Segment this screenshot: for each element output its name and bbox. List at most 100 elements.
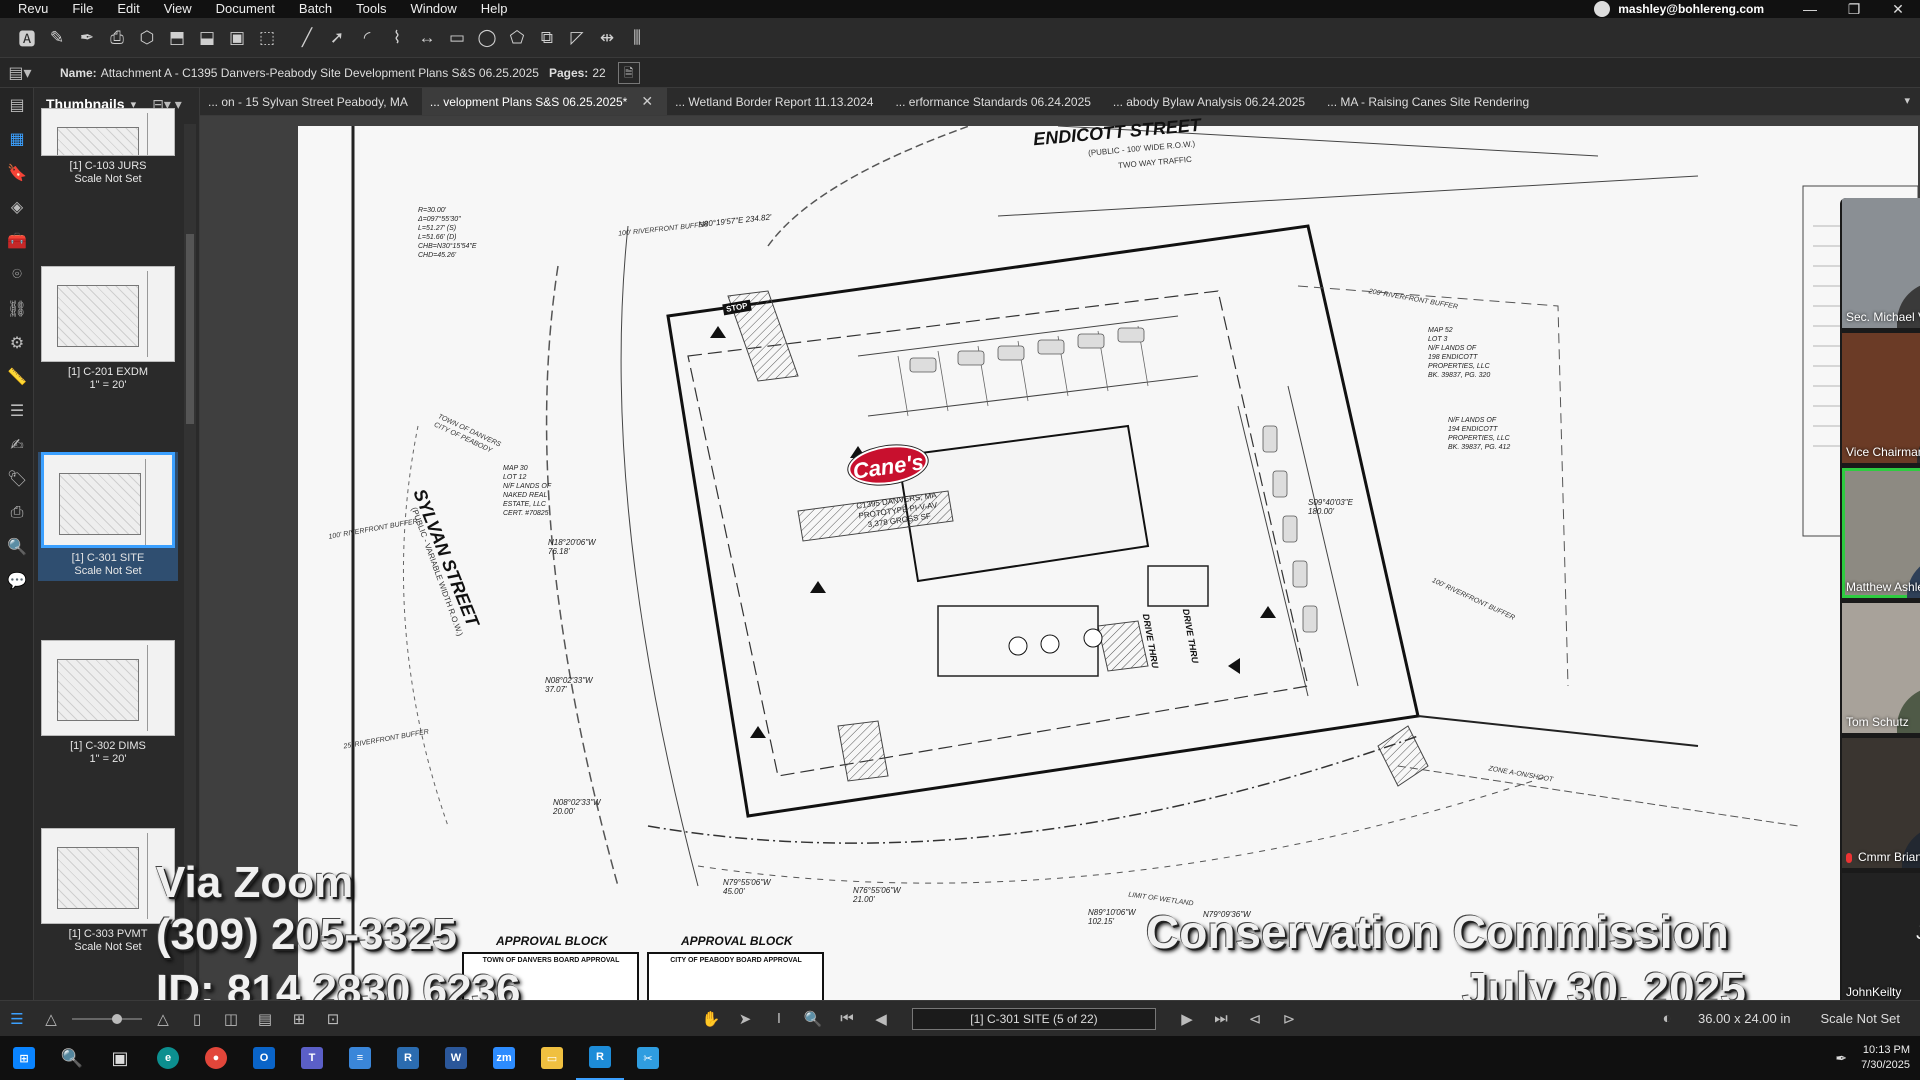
tab-performance-standards[interactable]: ... erformance Standards 06.24.2025 [887,88,1104,115]
windows-start-icon[interactable]: ⊞ [0,1036,48,1080]
participant-tile[interactable]: Cmmr Brian Cassidy [1842,738,1920,868]
close-window-button[interactable]: ✕ [1876,0,1920,18]
pen-icon[interactable]: ✒ [1835,1050,1847,1067]
task-view-icon[interactable]: ▣ [96,1036,144,1080]
revit-icon[interactable]: R [384,1036,432,1080]
arc-icon[interactable]: ◜ [352,23,382,53]
stack-icon[interactable]: ▤ [248,1010,282,1028]
menu-window[interactable]: Window [399,0,469,18]
settings-icon[interactable]: ⚙ [0,326,34,360]
previous-view-icon[interactable]: ⊲ [1238,1010,1272,1028]
files-icon[interactable]: ≡ [336,1036,384,1080]
line-icon[interactable]: ╱ [292,23,322,53]
document-properties-icon[interactable]: 🗎 [617,61,640,84]
menu-document[interactable]: Document [204,0,287,18]
chevron-down-icon[interactable]: ▾ [1904,94,1910,107]
file-explorer-icon[interactable]: ▭ [528,1036,576,1080]
thumbnail-c103[interactable]: [1] C-103 JURS Scale Not Set [38,108,178,186]
menu-view[interactable]: View [152,0,204,18]
participant-tile[interactable]: Sec. Michael Vivaldi [1842,198,1920,328]
menu-file[interactable]: File [60,0,105,18]
tab-sylvan-street[interactable]: ... on - 15 Sylvan Street Peabody, MA [200,88,422,115]
clock[interactable]: 10:13 PM 7/30/2025 [1861,1043,1910,1073]
text-box-icon[interactable]: 🅰 [12,23,42,53]
stamp-icon[interactable]: ⎙ [102,23,132,53]
document-menu-icon[interactable]: ▤▾ [0,63,40,83]
polygon-icon[interactable]: ⬠ [502,23,532,53]
places-icon[interactable]: ⌾ [0,258,34,292]
shape-icon[interactable]: ⬡ [132,23,162,53]
participant-tile-active[interactable]: Matthew Ashley [1842,468,1920,598]
minimize-button[interactable]: — [1788,0,1832,18]
forms-icon[interactable]: ☰ [0,394,34,428]
highlighter-icon[interactable]: ✎ [42,23,72,53]
bookmarks-icon[interactable]: 🔖 [0,156,34,190]
word-icon[interactable]: W [432,1036,480,1080]
tab-bylaw-analysis[interactable]: ... abody Bylaw Analysis 06.24.2025 [1105,88,1319,115]
triangle-icon[interactable]: △ [146,1010,180,1028]
previous-page-icon[interactable]: ◀ [864,1010,898,1028]
first-page-icon[interactable]: ⏮ [830,1010,864,1027]
menu-batch[interactable]: Batch [287,0,344,18]
links-icon[interactable]: ⛓ [0,292,34,326]
arrow-icon[interactable]: ➚ [322,23,352,53]
tab-wetland-border[interactable]: ... Wetland Border Report 11.13.2024 [667,88,887,115]
sync-icon[interactable]: ⊡ [316,1010,350,1028]
printer-icon[interactable]: ⎙ [0,496,34,530]
image-icon[interactable]: ▣ [222,23,252,53]
zoom-icon[interactable]: 🔍 [796,1010,830,1028]
split-view-icon[interactable]: ◫ [214,1010,248,1028]
tab-development-plans[interactable]: ... velopment Plans S&S 06.25.2025* ✕ [421,88,668,115]
restore-button[interactable]: ❐ [1832,0,1876,18]
callout-icon[interactable]: ⬒ [162,23,192,53]
search-icon[interactable]: 🔍 [48,1036,96,1080]
chrome-icon[interactable]: ● [192,1036,240,1080]
contrast-icon[interactable]: ◐ [1650,1010,1684,1027]
pan-hand-icon[interactable]: ✋ [694,1010,728,1028]
zoom-icon[interactable]: zm [480,1036,528,1080]
angle-icon[interactable]: ◸ [562,23,592,53]
close-icon[interactable]: ✕ [641,93,653,110]
menu-edit[interactable]: Edit [105,0,151,18]
snapshot-icon[interactable]: ⬚ [252,23,282,53]
scale-status[interactable]: Scale Not Set [1821,1011,1901,1026]
toolchest-icon[interactable]: 🧰 [0,224,34,258]
count-icon[interactable]: ⫼ [622,23,652,53]
last-page-icon[interactable]: ⏭ [1204,1010,1238,1027]
tab-site-rendering[interactable]: ... MA - Raising Canes Site Rendering [1319,88,1543,115]
zoom-slider[interactable] [72,1013,142,1024]
menu-help[interactable]: Help [469,0,520,18]
single-page-icon[interactable]: ▯ [180,1010,214,1028]
page-navigation-field[interactable]: [1] C-301 SITE (5 of 22) [911,1007,1156,1030]
account-email[interactable]: mashley@bohlereng.com [1618,2,1764,16]
next-view-icon[interactable]: ⊳ [1272,1010,1306,1028]
studio-icon[interactable] [1594,1,1611,17]
edge-icon[interactable]: e [144,1036,192,1080]
thumbnails-icon[interactable]: ▦ [0,122,34,156]
snipping-tool-icon[interactable]: ✂ [624,1036,672,1080]
bluebeam-icon[interactable]: R [576,1036,624,1080]
file-access-icon[interactable]: ▤ [0,88,34,122]
polyline-icon[interactable]: ⌇ [382,23,412,53]
tags-icon[interactable]: 🏷 [0,462,34,496]
outlook-icon[interactable]: O [240,1036,288,1080]
thumbnail-c301[interactable]: [1] C-301 SITE Scale Not Set [38,452,178,581]
comments-icon[interactable]: 💬 [0,564,34,598]
list-icon[interactable]: ☰ [0,1010,34,1028]
select-icon[interactable]: ➤ [728,1010,762,1028]
measurements-icon[interactable]: 📏 [0,360,34,394]
area-icon[interactable]: ⧉ [532,23,562,53]
next-page-icon[interactable]: ▶ [1170,1010,1204,1028]
participant-tile[interactable]: JohnKeilty JohnKeilty [1842,873,1920,1000]
layers-icon[interactable]: ◈ [0,190,34,224]
participant-tile[interactable]: Vice Chairman Michael Rizzo [1842,333,1920,463]
thumbnail-c302[interactable]: [1] C-302 DIMS 1" = 20' [38,640,178,766]
thumbnail-c201[interactable]: [1] C-201 EXDM 1" = 20' [38,266,178,392]
dimension-icon[interactable]: ↔ [412,23,442,53]
stamp-dropdown-icon[interactable]: ⬓ [192,23,222,53]
select-text-icon[interactable]: I [762,1010,796,1027]
triangle-icon[interactable]: △ [34,1010,68,1028]
rectangle-icon[interactable]: ▭ [442,23,472,53]
participant-tile[interactable]: Tom Schutz [1842,603,1920,733]
length-icon[interactable]: ⇹ [592,23,622,53]
